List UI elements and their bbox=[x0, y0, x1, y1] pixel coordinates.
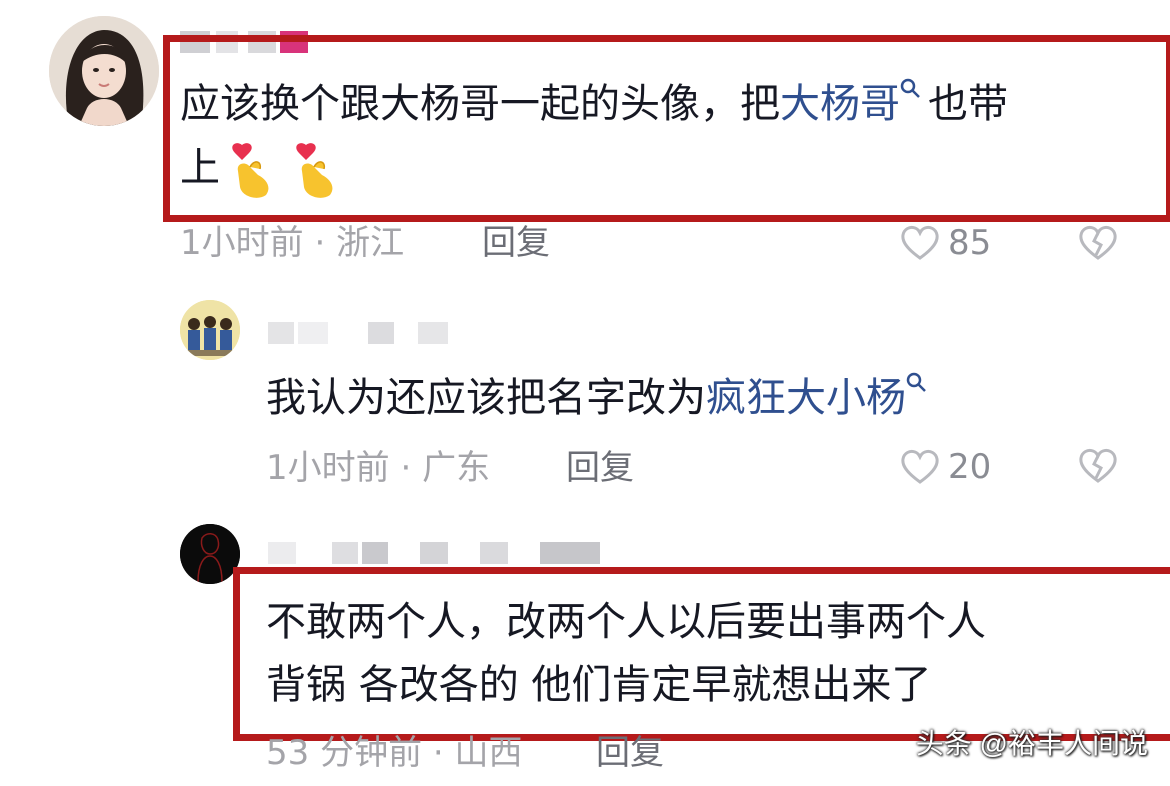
like-count: 85 bbox=[948, 223, 992, 263]
watermark: 头条 @裕丰人间说 bbox=[915, 728, 1148, 759]
comment-text: 不敢两个人，改两个人以后要出事两个人 bbox=[266, 599, 986, 645]
like-button[interactable]: 85 bbox=[900, 223, 991, 263]
search-icon bbox=[900, 78, 920, 98]
search-icon bbox=[906, 372, 926, 392]
search-link[interactable]: 大杨哥 bbox=[780, 81, 900, 127]
reply-button[interactable]: 回复 bbox=[482, 223, 550, 263]
avatar[interactable] bbox=[180, 300, 240, 360]
dislike-button[interactable] bbox=[1078, 225, 1118, 265]
comment-text-line2: 上 bbox=[180, 136, 342, 200]
username-blurred[interactable] bbox=[268, 542, 608, 564]
like-button[interactable]: 20 bbox=[900, 447, 991, 487]
like-count: 20 bbox=[948, 447, 992, 487]
comment-text: 应该换个跟大杨哥一起的头像，把大杨哥 也带 bbox=[180, 72, 1008, 136]
finger-heart-emoji-icon bbox=[296, 143, 333, 198]
avatar[interactable] bbox=[49, 16, 159, 126]
reply-button[interactable]: 回复 bbox=[566, 448, 634, 488]
username-blurred[interactable] bbox=[268, 322, 458, 344]
heart-outline-icon bbox=[901, 225, 939, 260]
comment-text: 我认为还应该把名字改为疯狂大小杨 bbox=[266, 366, 934, 430]
avatar[interactable] bbox=[180, 524, 240, 584]
dislike-button[interactable] bbox=[1078, 448, 1118, 488]
finger-heart-emoji-icon bbox=[232, 143, 269, 198]
comment-meta: 1小时前 · 广东 bbox=[266, 448, 491, 488]
reply-button[interactable]: 回复 bbox=[596, 733, 664, 773]
heart-outline-icon bbox=[901, 449, 939, 484]
comment-text-line2: 背锅 各改各的 他们肯定早就想出来了 bbox=[266, 662, 932, 708]
broken-heart-icon bbox=[1079, 225, 1117, 260]
comment-meta: 53 分钟前 · 山西 bbox=[266, 733, 523, 773]
broken-heart-icon bbox=[1079, 448, 1117, 483]
search-link[interactable]: 疯狂大小杨 bbox=[706, 375, 906, 421]
comment-meta: 1小时前 · 浙江 bbox=[180, 223, 405, 263]
